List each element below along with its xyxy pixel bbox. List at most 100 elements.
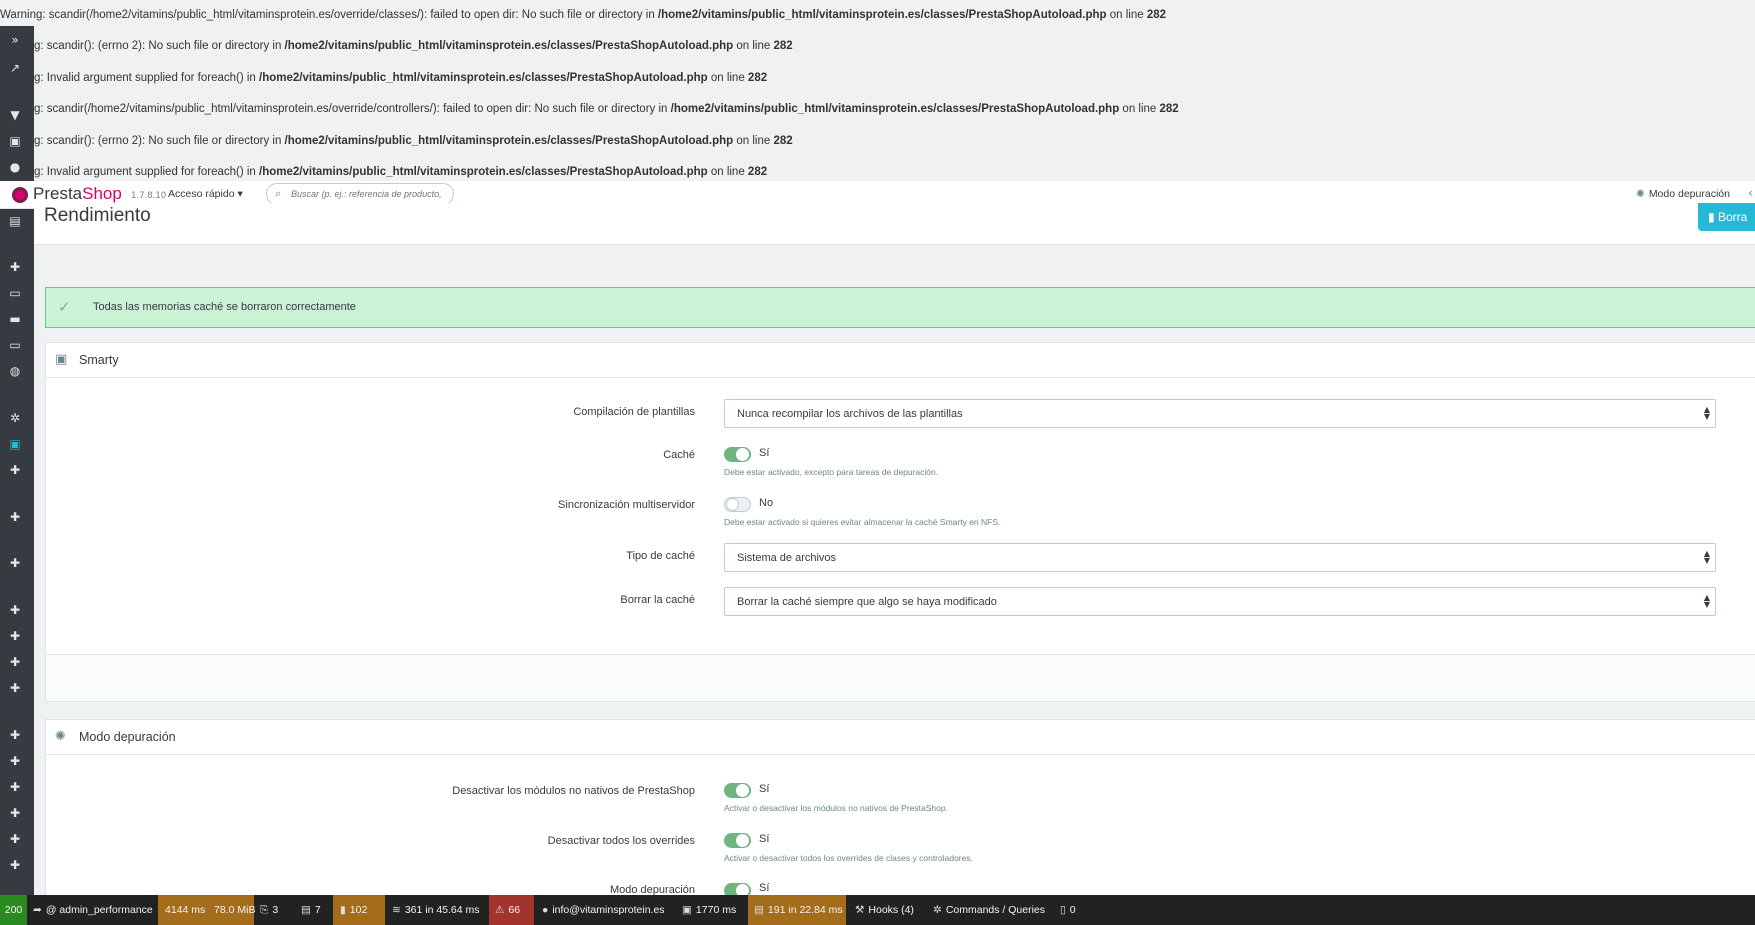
puzzle-icon[interactable]: ✚ [7, 753, 23, 769]
smarty-panel: ▣ Smarty Compilación de plantillas Nunca… [45, 342, 1755, 702]
user-icon: ● [542, 904, 549, 916]
cache-type-select[interactable]: Sistema de archivos ▲ ▼ [724, 543, 1716, 572]
commands-item[interactable]: ✲ Commands / Queries [933, 895, 1045, 925]
error-icon: ⚠ [495, 904, 505, 916]
user-icon[interactable]: ● [7, 159, 23, 175]
hooks-item[interactable]: ⚒ Hooks (4) [855, 895, 914, 925]
puzzle-icon[interactable]: ✚ [7, 831, 23, 847]
puzzle-icon[interactable]: ✚ [7, 654, 23, 670]
warning-line: Warning: scandir(/home2/vitamins/public_… [0, 9, 1166, 21]
panel-footer [46, 654, 1755, 701]
puzzle-icon[interactable]: ✚ [7, 628, 23, 644]
debug-toolbar: 200 ➦ @ admin_performance 4144 ms 78.0 Mi… [0, 895, 1755, 925]
multiserver-help: Debe estar activado si quieres evitar al… [724, 517, 1001, 527]
page-title-bar: Rendimiento ▮ Borra [34, 203, 1755, 245]
cache-toggle-state: Sí [759, 447, 770, 459]
panel-title: Modo depuración [79, 730, 176, 744]
select-caret-icon: ▲ ▼ [1703, 593, 1710, 609]
overrides-toggle[interactable] [724, 833, 751, 848]
user-item[interactable]: ● info@vitaminsprotein.es [542, 895, 665, 925]
non-native-modules-toggle[interactable] [724, 783, 751, 798]
clear-cache-select[interactable]: Borrar la caché siempre que algo se haya… [724, 587, 1716, 616]
puzzle-icon[interactable]: ✚ [7, 555, 23, 571]
compile-label: Compilación de plantillas [573, 406, 695, 418]
warning-line: g: Invalid argument supplied for foreach… [34, 72, 768, 84]
puzzle-icon[interactable]: ✚ [7, 779, 23, 795]
multiserver-toggle-state: No [759, 497, 774, 509]
errors-item[interactable]: ⚠ 66 [489, 895, 534, 925]
success-alert: ✓ Todas las memorias caché se borraron c… [45, 287, 1755, 328]
warning-line: g: scandir(): (errno 2): No such file or… [34, 135, 793, 147]
template-compilation-select[interactable]: Nunca recompilar los archivos de las pla… [724, 399, 1716, 428]
quick-access-dropdown[interactable]: Acceso rápido ▾ [168, 188, 243, 200]
store-icon[interactable]: ▣ [7, 133, 23, 149]
cache-type-label: Tipo de caché [626, 550, 695, 562]
php-warnings: Warning: scandir(/home2/vitamins/public_… [0, 0, 1755, 181]
performance-item[interactable]: 4144 ms 78.0 MiB [158, 895, 255, 925]
panel-title: Smarty [79, 353, 119, 367]
puzzle-icon[interactable]: ✚ [7, 680, 23, 696]
check-icon: ✓ [58, 298, 71, 316]
status-code-badge[interactable]: 200 [0, 895, 27, 925]
debug-mode-link[interactable]: ✺ Modo depuración [1636, 188, 1730, 200]
forms-item[interactable]: ⎘ 3 [260, 895, 278, 925]
render-time-item[interactable]: ▣ 1770 ms [682, 895, 736, 925]
chevron-left-icon[interactable]: ‹ [1748, 186, 1753, 200]
desktop-icon[interactable]: ▭ [7, 285, 23, 301]
search-box[interactable]: ⌕ [266, 183, 454, 205]
gear-icon: ✲ [933, 904, 942, 916]
advanced-parameters-icon[interactable]: ▣ [7, 436, 23, 452]
puzzle-icon[interactable]: ✚ [7, 727, 23, 743]
basket-icon[interactable]: ▼ [7, 107, 23, 123]
debug-mode-panel: ✺ Modo depuración Desactivar los módulos… [45, 719, 1755, 898]
non-native-help: Activar o desactivar los módulos no nati… [724, 803, 948, 813]
warning-line: g: Invalid argument supplied for foreach… [34, 166, 768, 178]
globe-icon[interactable]: ◍ [7, 363, 23, 379]
puzzle-icon[interactable]: ✚ [7, 602, 23, 618]
briefcase-icon: ▣ [55, 352, 68, 367]
module-icon: ▮ [340, 904, 346, 916]
puzzle-icon[interactable]: ✚ [7, 509, 23, 525]
cache-toggle[interactable] [724, 447, 751, 462]
cache-item[interactable]: ▤ 191 in 22.84 ms [748, 895, 846, 925]
route-item[interactable]: ➦ @ admin_performance [33, 895, 153, 925]
multiserver-toggle[interactable] [724, 497, 751, 512]
puzzle-icon[interactable]: ✚ [7, 259, 23, 275]
sql-item[interactable]: ≋ 361 in 45.64 ms [392, 895, 480, 925]
page-title: Rendimiento [44, 205, 151, 226]
debug-toggle-state: Sí [759, 882, 770, 894]
puzzle-icon[interactable]: ✚ [7, 462, 23, 478]
cache-help: Debe estar activado, excepto para tareas… [724, 467, 939, 477]
database-icon: ≋ [392, 904, 401, 916]
puzzle-icon[interactable]: ✚ [7, 805, 23, 821]
alert-message: Todas las memorias caché se borraron cor… [93, 301, 356, 313]
double-chevron-icon[interactable]: » [7, 32, 23, 48]
warning-line: g: scandir(): (errno 2): No such file or… [34, 40, 793, 52]
overrides-toggle-state: Sí [759, 833, 770, 845]
trash-icon: ▮ [1708, 210, 1718, 224]
search-input[interactable] [291, 187, 451, 201]
sidebar: » ↗ ▼ ▣ ● ▤ ✚ ▭ ▬ ▭ ◍ ✲ ▣ ✚ ✚ ✚ ✚ ✚ ✚ ✚ … [0, 26, 34, 895]
timer-icon: ▣ [682, 904, 692, 916]
prestashop-logo-icon[interactable] [12, 187, 28, 203]
card-icon[interactable]: ▭ [7, 337, 23, 353]
overrides-help: Activar o desactivar todos los overrides… [724, 853, 973, 863]
trending-icon[interactable]: ↗ [7, 60, 23, 76]
config-item[interactable]: ▤ 7 [301, 895, 321, 925]
clear-cache-button[interactable]: ▮ Borra [1698, 203, 1755, 231]
truck-icon[interactable]: ▬ [7, 311, 23, 327]
stats-icon[interactable]: ▤ [7, 213, 23, 229]
version-label: 1.7.8.10 [131, 191, 167, 201]
logo-text[interactable]: PrestaShop [33, 184, 122, 204]
caret-down-icon: ▾ [237, 188, 243, 200]
forms-icon: ⎘ [260, 904, 269, 916]
modules-item[interactable]: ▮ 102 [333, 895, 385, 925]
clipboard-icon: ▤ [301, 904, 311, 916]
overrides-label: Desactivar todos los overrides [547, 835, 695, 847]
panel-heading: ▣ Smarty [46, 343, 1755, 378]
warning-line: g: scandir(/home2/vitamins/public_html/v… [34, 103, 1179, 115]
last-item[interactable]: ▯ 0 [1060, 895, 1076, 925]
puzzle-icon[interactable]: ✚ [7, 857, 23, 873]
document-icon: ▯ [1060, 904, 1066, 916]
gear-icon[interactable]: ✲ [7, 410, 23, 426]
